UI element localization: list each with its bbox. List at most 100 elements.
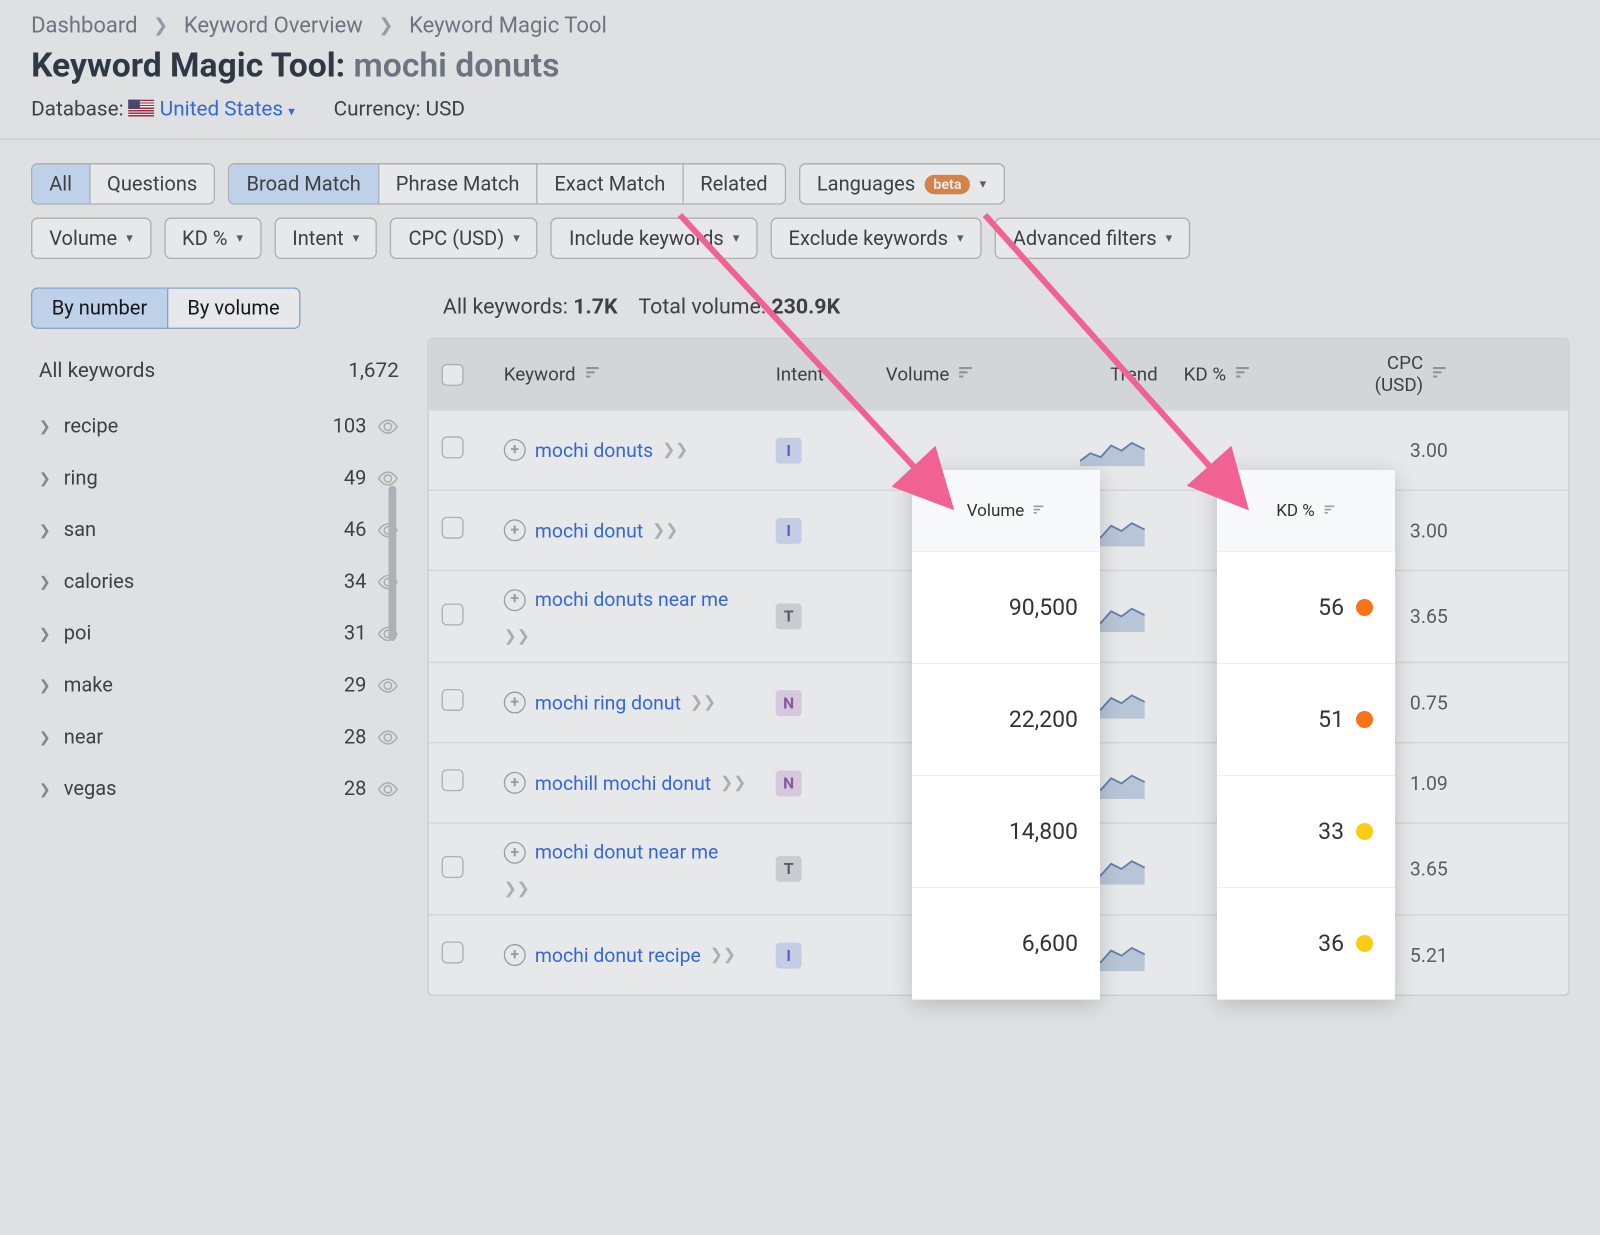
- keyword-link[interactable]: mochi donut recipe: [535, 940, 701, 971]
- filter-intent[interactable]: Intent▾: [274, 218, 377, 259]
- keyword-link[interactable]: mochi donuts near me: [535, 584, 729, 615]
- add-icon[interactable]: +: [504, 841, 526, 863]
- keyword-link[interactable]: mochi donut: [535, 515, 643, 546]
- filter-volume[interactable]: Volume▾: [31, 218, 151, 259]
- keyword-cell: + mochi donuts ❯❯: [491, 422, 763, 479]
- group-vegas[interactable]: ❯vegas28: [31, 763, 407, 815]
- kd-value: 33: [1217, 776, 1395, 888]
- breadcrumb-overview[interactable]: Keyword Overview: [184, 13, 363, 39]
- add-icon[interactable]: +: [504, 772, 526, 794]
- chevron-down-icon: ▾: [957, 231, 964, 245]
- select-all-checkbox[interactable]: [442, 363, 464, 385]
- volume-value: 6,600: [912, 888, 1100, 1000]
- col-intent[interactable]: Intent: [763, 363, 873, 385]
- add-icon[interactable]: +: [504, 692, 526, 714]
- all-keywords-row[interactable]: All keywords1,672: [31, 352, 407, 400]
- languages-dropdown[interactable]: Languages beta ▾: [799, 163, 1005, 204]
- volume-cell: [873, 437, 1054, 463]
- filter-cpc-usd-[interactable]: CPC (USD)▾: [390, 218, 538, 259]
- sidebar: By number By volume All keywords1,672 ❯r…: [31, 287, 407, 996]
- keyword-link[interactable]: mochi donuts: [535, 434, 653, 465]
- page-title: Keyword Magic Tool: mochi donuts: [0, 47, 1600, 96]
- intent-badge: T: [776, 604, 802, 630]
- sort-icon: [583, 363, 600, 385]
- chevron-right-icon: ❯❯: [652, 518, 678, 543]
- filter-advanced-filters[interactable]: Advanced filters▾: [995, 218, 1191, 259]
- group-ring[interactable]: ❯ring49: [31, 452, 407, 504]
- keyword-type-tabs: All Questions: [31, 163, 215, 204]
- chevron-right-icon: ❯❯: [720, 771, 746, 796]
- breadcrumb-dashboard[interactable]: Dashboard: [31, 13, 137, 39]
- keyword-cell: + mochi donut ❯❯: [491, 502, 763, 559]
- keyword-link[interactable]: mochi ring donut: [535, 687, 681, 718]
- sort-icon: [957, 363, 974, 385]
- breadcrumb-current[interactable]: Keyword Magic Tool: [409, 13, 607, 39]
- kd-value: 36: [1217, 888, 1395, 1000]
- trend-sparkline: [1080, 434, 1145, 465]
- group-recipe[interactable]: ❯recipe103: [31, 400, 407, 452]
- sidebar-scrollbar[interactable]: [389, 486, 397, 641]
- group-near[interactable]: ❯near28: [31, 711, 407, 763]
- tab-related[interactable]: Related: [682, 164, 784, 203]
- sort-icon: [1032, 501, 1045, 521]
- row-checkbox[interactable]: [442, 856, 464, 878]
- filter-include-keywords[interactable]: Include keywords▾: [551, 218, 758, 259]
- chevron-down-icon: ▾: [237, 231, 244, 245]
- eye-icon: [377, 415, 399, 437]
- group-calories[interactable]: ❯calories34: [31, 556, 407, 608]
- col-volume[interactable]: Volume: [873, 363, 1054, 385]
- row-checkbox[interactable]: [442, 517, 464, 539]
- kd-difficulty-dot: [1356, 935, 1373, 952]
- group-poi[interactable]: ❯poi31: [31, 607, 407, 659]
- chevron-down-icon: ▾: [733, 231, 740, 245]
- chevron-right-icon: ❯: [153, 16, 168, 37]
- add-icon[interactable]: +: [504, 945, 526, 967]
- tab-exact-match[interactable]: Exact Match: [536, 164, 682, 203]
- col-keyword[interactable]: Keyword: [491, 363, 763, 385]
- keyword-cell: +mochi donut recipe ❯❯: [491, 927, 763, 984]
- database-selector[interactable]: Database: United States ▾: [31, 96, 295, 121]
- col-cpc[interactable]: CPC (USD): [1326, 352, 1468, 396]
- kd-difficulty-dot: [1356, 599, 1373, 616]
- col-kd[interactable]: KD %: [1171, 363, 1326, 385]
- row-checkbox[interactable]: [442, 436, 464, 458]
- volume-value: 90,500: [912, 552, 1100, 664]
- row-checkbox[interactable]: [442, 689, 464, 711]
- chevron-down-icon: ▾: [513, 231, 520, 245]
- cpc-cell: 3.00: [1326, 425, 1468, 474]
- add-icon[interactable]: +: [504, 519, 526, 541]
- keyword-cell: +mochi donuts near me ❯❯: [491, 571, 763, 662]
- add-icon[interactable]: +: [504, 439, 526, 461]
- tab-by-volume[interactable]: By volume: [168, 289, 299, 328]
- chevron-right-icon: ❯: [378, 16, 393, 37]
- tab-questions[interactable]: Questions: [90, 164, 214, 203]
- tab-all[interactable]: All: [32, 164, 90, 203]
- tab-phrase-match[interactable]: Phrase Match: [379, 164, 536, 203]
- chevron-right-icon: ❯: [39, 625, 51, 642]
- tab-by-number[interactable]: By number: [32, 289, 168, 328]
- chevron-right-icon: ❯❯: [662, 438, 688, 463]
- group-san[interactable]: ❯san46: [31, 504, 407, 556]
- group-make[interactable]: ❯make29: [31, 659, 407, 711]
- intent-badge: N: [776, 690, 802, 716]
- filter-kd-[interactable]: KD %▾: [164, 218, 261, 259]
- keyword-link[interactable]: mochi donut near me: [535, 837, 719, 868]
- tab-broad-match[interactable]: Broad Match: [230, 164, 379, 203]
- keyword-link[interactable]: mochill mochi donut: [535, 768, 711, 799]
- row-checkbox[interactable]: [442, 942, 464, 964]
- col-trend[interactable]: Trend: [1054, 363, 1171, 385]
- volume-value: 14,800: [912, 776, 1100, 888]
- add-icon[interactable]: +: [504, 589, 526, 611]
- intent-badge: I: [776, 437, 802, 463]
- row-checkbox[interactable]: [442, 603, 464, 625]
- chevron-right-icon: ❯: [39, 573, 51, 590]
- chevron-right-icon: ❯❯: [690, 690, 716, 715]
- volume-highlight-column: Volume 90,50022,20014,8006,600: [912, 470, 1100, 1000]
- chevron-right-icon: ❯: [39, 418, 51, 435]
- chevron-right-icon: ❯: [39, 677, 51, 694]
- chevron-right-icon: ❯: [39, 469, 51, 486]
- row-checkbox[interactable]: [442, 769, 464, 791]
- sort-icon: [1431, 363, 1448, 385]
- filter-exclude-keywords[interactable]: Exclude keywords▾: [770, 218, 981, 259]
- keyword-cell: + mochill mochi donut ❯❯: [491, 755, 763, 812]
